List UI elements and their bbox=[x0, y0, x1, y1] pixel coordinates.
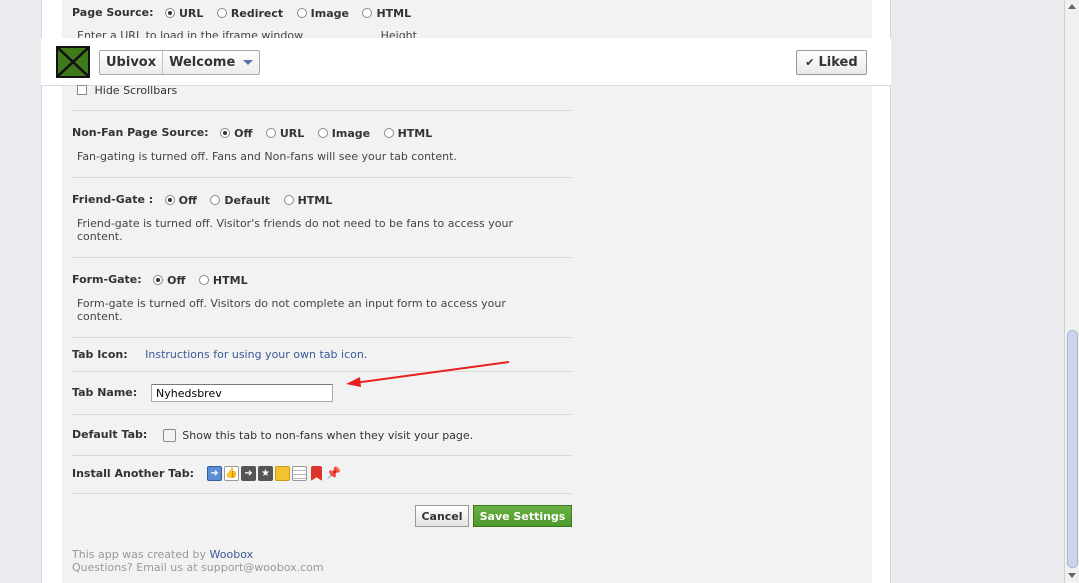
friend-gate-option-html: HTML bbox=[297, 193, 333, 207]
scroll-down-icon[interactable] bbox=[1068, 573, 1076, 578]
page-source-option-html: HTML bbox=[376, 6, 412, 20]
page-source-label: Page Source: bbox=[72, 6, 154, 19]
liked-button[interactable]: ✔ Liked bbox=[796, 50, 867, 75]
footer-questions: Questions? Email us at support@woobox.co… bbox=[72, 561, 324, 574]
divider bbox=[72, 257, 572, 258]
app-logo bbox=[56, 46, 90, 78]
chevron-down-icon bbox=[243, 60, 254, 65]
form-gate-label: Form-Gate: bbox=[72, 273, 142, 286]
scroll-up-icon[interactable] bbox=[1068, 4, 1076, 9]
divider bbox=[72, 414, 572, 415]
non-fan-row: Non-Fan Page Source: Off URL Image HTML bbox=[72, 126, 442, 140]
thumbs-up-icon[interactable]: 👍 bbox=[224, 466, 239, 481]
divider bbox=[72, 177, 572, 178]
default-tab-text: Show this tab to non-fans when they visi… bbox=[182, 428, 474, 442]
form-gate-help: Form-gate is turned off. Visitors do not… bbox=[77, 297, 506, 323]
form-gate-option-off: Off bbox=[167, 273, 186, 287]
app-settings-panel bbox=[62, 0, 872, 583]
non-fan-option-url: URL bbox=[279, 126, 305, 140]
window-scrollbar[interactable] bbox=[1064, 0, 1079, 583]
tab-icon-instructions-link[interactable]: Instructions for using your own tab icon… bbox=[145, 348, 367, 361]
install-another-label: Install Another Tab: bbox=[72, 467, 195, 480]
pin-icon[interactable]: 📌 bbox=[326, 466, 341, 481]
friend-gate-option-default: Default bbox=[224, 193, 271, 207]
tab-name-input[interactable] bbox=[151, 384, 333, 402]
friend-gate-label: Friend-Gate : bbox=[72, 193, 154, 206]
woobox-logo-icon bbox=[58, 48, 88, 76]
non-fan-option-image: Image bbox=[331, 126, 371, 140]
non-fan-option-html: HTML bbox=[397, 126, 433, 140]
tab-name-label: Tab Name: bbox=[72, 386, 138, 399]
form-gate-row: Form-Gate: Off HTML bbox=[72, 273, 258, 287]
divider bbox=[72, 337, 572, 338]
default-tab-label: Default Tab: bbox=[72, 428, 148, 441]
page-tab-selector[interactable]: Ubivox Welcome bbox=[99, 50, 261, 75]
checkmark-icon: ✔ bbox=[805, 56, 815, 69]
divider bbox=[72, 110, 572, 111]
form-gate-radio-off[interactable] bbox=[153, 275, 164, 285]
divider bbox=[72, 493, 572, 494]
annotation-arrow-icon bbox=[346, 361, 510, 387]
friend-gate-radio-off[interactable] bbox=[164, 195, 175, 205]
footer-created-by: This app was created by Woobox bbox=[72, 548, 253, 561]
save-settings-button[interactable]: Save Settings bbox=[473, 505, 572, 527]
non-fan-option-off: Off bbox=[234, 126, 253, 140]
non-fan-radio-image[interactable] bbox=[317, 128, 328, 138]
liked-label: Liked bbox=[818, 55, 858, 70]
cancel-button[interactable]: Cancel bbox=[415, 505, 469, 527]
page-name: Ubivox bbox=[106, 55, 157, 70]
friend-gate-radio-default[interactable] bbox=[210, 195, 221, 205]
non-fan-radio-off[interactable] bbox=[220, 128, 231, 138]
friend-gate-row: Friend-Gate : Off Default HTML bbox=[72, 193, 342, 207]
page-source-radio-html[interactable] bbox=[362, 8, 373, 18]
non-fan-help: Fan-gating is turned off. Fans and Non-f… bbox=[77, 150, 457, 163]
woobox-link[interactable]: Woobox bbox=[210, 548, 254, 561]
divider bbox=[72, 455, 572, 456]
install-tab-icons: ➜ 👍 ➜ ★ 📌 bbox=[207, 466, 341, 481]
bookmark-icon[interactable] bbox=[311, 466, 322, 481]
friend-gate-help: Friend-gate is turned off. Visitor's fri… bbox=[77, 217, 513, 243]
page-source-row: Page Source: URL Redirect Image HTML bbox=[72, 6, 421, 20]
page-source-radio-url[interactable] bbox=[164, 8, 175, 18]
hide-scrollbars-row: Hide Scrollbars bbox=[77, 83, 177, 97]
form-gate-option-html: HTML bbox=[212, 273, 248, 287]
non-fan-radio-html[interactable] bbox=[383, 128, 394, 138]
page-source-option-redirect: Redirect bbox=[230, 6, 284, 20]
tab-icon-row: Tab Icon: Instructions for using your ow… bbox=[72, 348, 367, 361]
install-another-row: Install Another Tab: bbox=[72, 467, 194, 480]
default-tab-row: Default Tab: Show this tab to non-fans w… bbox=[72, 428, 473, 442]
default-tab-checkbox[interactable] bbox=[162, 428, 176, 442]
page-source-option-image: Image bbox=[310, 6, 349, 20]
footer-created-by-text: This app was created by bbox=[72, 548, 207, 561]
page-source-option-url: URL bbox=[178, 6, 204, 20]
note-icon[interactable] bbox=[275, 466, 290, 481]
scrollbar-thumb[interactable] bbox=[1067, 330, 1078, 568]
arrow-box-icon[interactable]: ➜ bbox=[207, 466, 222, 481]
page-source-radio-redirect[interactable] bbox=[216, 8, 227, 18]
document-icon[interactable] bbox=[292, 466, 307, 481]
friend-gate-option-off: Off bbox=[178, 193, 197, 207]
page-source-radio-image[interactable] bbox=[296, 8, 307, 18]
hide-scrollbars-label: Hide Scrollbars bbox=[94, 83, 178, 97]
tab-name-row: Tab Name: bbox=[72, 386, 137, 399]
non-fan-label: Non-Fan Page Source: bbox=[72, 126, 209, 139]
arrow-right-icon[interactable]: ➜ bbox=[241, 466, 256, 481]
non-fan-radio-url[interactable] bbox=[265, 128, 276, 138]
friend-gate-radio-html[interactable] bbox=[283, 195, 294, 205]
star-icon[interactable]: ★ bbox=[258, 466, 273, 481]
hide-scrollbars-checkbox[interactable] bbox=[77, 85, 87, 95]
tab-name-selected: Welcome bbox=[169, 55, 236, 70]
tab-icon-label: Tab Icon: bbox=[72, 348, 128, 361]
form-gate-radio-html[interactable] bbox=[198, 275, 209, 285]
